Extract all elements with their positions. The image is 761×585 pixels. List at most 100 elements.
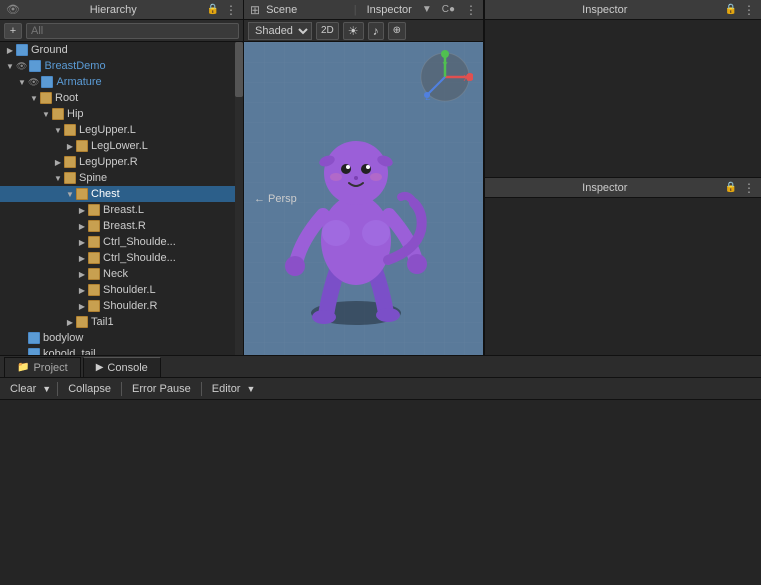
add-button[interactable]: +	[4, 23, 22, 39]
editor-dropdown[interactable]: Editor ▼	[208, 381, 256, 397]
armature-arrow[interactable]	[16, 74, 28, 90]
editor-button[interactable]: Editor	[208, 381, 245, 397]
clear-button[interactable]: Clear	[6, 381, 40, 397]
editor-arrow[interactable]: ▼	[246, 384, 255, 394]
tree-item-breast-r[interactable]: Breast.R	[0, 218, 243, 234]
lighting-btn[interactable]: ☀	[343, 22, 364, 40]
toolbar-divider-1	[57, 382, 58, 396]
tail1-label: Tail1	[91, 316, 114, 328]
inspector-panel-2: Inspector 🔒 ⋮	[484, 178, 761, 355]
shoulder-r-label: Shoulder.R	[103, 300, 157, 312]
spine-arrow[interactable]	[52, 170, 64, 186]
inspector2-content	[485, 198, 761, 355]
breastdemo-label: BreastDemo	[44, 60, 105, 72]
tree-item-kobold-tail[interactable]: kobold_tail	[0, 346, 243, 355]
ctrl-shoulder-l-arrow[interactable]	[76, 234, 88, 250]
inspector2-more-icon[interactable]: ⋮	[743, 181, 755, 195]
hierarchy-search[interactable]	[26, 23, 239, 39]
scene-sparkle: C●	[442, 4, 455, 15]
breast-l-cube	[88, 204, 100, 216]
hierarchy-content[interactable]: Ground 👁 BreastDemo 👁 Armature	[0, 42, 243, 355]
breast-l-arrow[interactable]	[76, 202, 88, 218]
inspector2-lock-icon[interactable]: 🔒	[725, 182, 737, 193]
character-svg	[276, 85, 436, 325]
shoulder-l-arrow[interactable]	[76, 282, 88, 298]
ctrl-shoulder-r-label: Ctrl_Shoulde...	[103, 252, 176, 264]
ground-arrow[interactable]	[4, 42, 16, 58]
breastdemo-cube	[29, 60, 41, 72]
console-icon: ▶	[96, 362, 104, 373]
leglower-l-label: LegLower.L	[91, 140, 148, 152]
tree-item-bodylow[interactable]: bodylow	[0, 330, 243, 346]
project-icon: 📁	[17, 362, 29, 373]
tree-item-breastdemo[interactable]: 👁 BreastDemo	[0, 58, 243, 74]
kobold-tail-label: kobold_tail	[43, 348, 96, 355]
scene-more-icon[interactable]: ⋮	[465, 3, 477, 17]
bottom-content	[0, 400, 761, 585]
tree-item-breast-l[interactable]: Breast.L	[0, 202, 243, 218]
breast-r-arrow[interactable]	[76, 218, 88, 234]
breastdemo-arrow[interactable]	[4, 58, 16, 74]
audio-btn[interactable]: ♪	[368, 22, 384, 40]
tree-item-legupper-r[interactable]: LegUpper.R	[0, 154, 243, 170]
shading-dropdown[interactable]: Shaded	[248, 22, 312, 40]
neck-cube	[88, 268, 100, 280]
armature-cube	[41, 76, 53, 88]
tail1-arrow[interactable]	[64, 314, 76, 330]
scene-view[interactable]: ← Persp	[244, 42, 483, 355]
tree-item-legupper-l[interactable]: LegUpper.L	[0, 122, 243, 138]
legupper-r-label: LegUpper.R	[79, 156, 138, 168]
hierarchy-title: Hierarchy	[26, 4, 201, 16]
tab-project[interactable]: 📁 Project	[4, 357, 81, 377]
hierarchy-more-icon[interactable]: ⋮	[225, 3, 237, 17]
leglower-l-arrow[interactable]	[64, 138, 76, 154]
tree-item-spine[interactable]: Spine	[0, 170, 243, 186]
tree-item-hip[interactable]: Hip	[0, 106, 243, 122]
hierarchy-lock-icon[interactable]: 🔒	[207, 4, 219, 15]
tree-item-shoulder-l[interactable]: Shoulder.L	[0, 282, 243, 298]
legupper-l-arrow[interactable]	[52, 122, 64, 138]
tree-item-chest[interactable]: Chest	[0, 186, 243, 202]
ctrl-shoulder-r-arrow[interactable]	[76, 250, 88, 266]
hierarchy-scrollbar-track[interactable]	[235, 42, 243, 355]
inspector1-lock-icon[interactable]: 🔒	[725, 4, 737, 15]
tree-item-ctrl-shoulder-l[interactable]: Ctrl_Shoulde...	[0, 234, 243, 250]
tree-item-neck[interactable]: Neck	[0, 266, 243, 282]
chest-arrow[interactable]	[64, 186, 76, 202]
error-pause-button[interactable]: Error Pause	[128, 381, 195, 397]
root-arrow[interactable]	[28, 90, 40, 106]
hip-cube	[52, 108, 64, 120]
collapse-button[interactable]: Collapse	[64, 381, 115, 397]
clear-dropdown[interactable]: Clear ▼	[6, 381, 51, 397]
hierarchy-scroll-wrapper: Ground 👁 BreastDemo 👁 Armature	[0, 42, 243, 355]
console-tab-label: Console	[107, 362, 147, 374]
fx-btn[interactable]: ⊕	[388, 22, 406, 40]
scene-separator: |	[354, 4, 357, 16]
clear-arrow[interactable]: ▼	[42, 384, 51, 394]
tab-console[interactable]: ▶ Console	[83, 357, 161, 377]
toolbar-divider-3	[201, 382, 202, 396]
legupper-r-arrow[interactable]	[52, 154, 64, 170]
scene-title: Scene	[266, 4, 344, 16]
tree-item-ground[interactable]: Ground	[0, 42, 243, 58]
tree-item-root[interactable]: Root	[0, 90, 243, 106]
inspector1-more-icon2[interactable]: ⋮	[743, 3, 755, 17]
inspector1-title: Inspector	[367, 4, 412, 16]
hierarchy-header: 👁 Hierarchy 🔒 ⋮	[0, 0, 243, 20]
neck-arrow[interactable]	[76, 266, 88, 282]
hierarchy-scrollbar-thumb[interactable]	[235, 42, 243, 97]
tree-item-tail1[interactable]: Tail1	[0, 314, 243, 330]
tree-item-shoulder-r[interactable]: Shoulder.R	[0, 298, 243, 314]
2d-btn[interactable]: 2D	[316, 22, 339, 40]
toolbar-divider-2	[121, 382, 122, 396]
tree-item-ctrl-shoulder-r[interactable]: Ctrl_Shoulde...	[0, 250, 243, 266]
hierarchy-toolbar: +	[0, 20, 243, 42]
root-cube	[40, 92, 52, 104]
shoulder-r-arrow[interactable]	[76, 298, 88, 314]
tree-item-armature[interactable]: 👁 Armature	[0, 74, 243, 90]
tree-item-leglower-l[interactable]: LegLower.L	[0, 138, 243, 154]
hierarchy-eye-icon: 👁	[6, 3, 20, 16]
leglower-l-cube	[76, 140, 88, 152]
inspector1-more-icon[interactable]: ▼	[422, 4, 432, 15]
hip-arrow[interactable]	[40, 106, 52, 122]
